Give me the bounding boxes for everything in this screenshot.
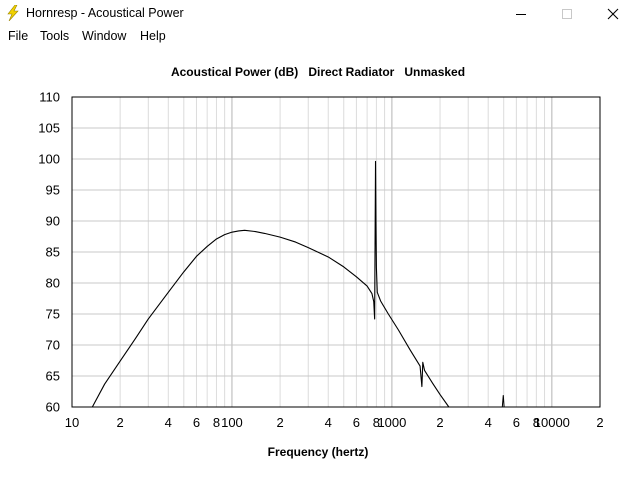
x-tick-label: 1000 (377, 415, 406, 430)
y-tick-label: 100 (38, 152, 60, 167)
x-tick-label: 6 (193, 415, 200, 430)
x-tick-label: 4 (485, 415, 492, 430)
y-tick-label: 110 (39, 90, 60, 105)
y-tick-label: 65 (46, 369, 60, 384)
minimize-button[interactable] (498, 0, 544, 27)
y-tick-label: 105 (38, 121, 60, 136)
maximize-icon (562, 8, 572, 19)
minimize-icon (516, 13, 526, 15)
menu-help[interactable]: Help (140, 29, 166, 43)
y-tick-label: 80 (46, 276, 60, 291)
x-tick-label: 4 (165, 415, 172, 430)
x-tick-label: 4 (325, 415, 332, 430)
x-tick-label: 6 (513, 415, 520, 430)
x-tick-label: 10 (65, 415, 79, 430)
acoustical-power-chart: 110105100959085807570656010 2 4 6 8 100 2 4 6 810… (38, 90, 603, 431)
y-tick-label: 85 (46, 245, 60, 260)
menu-tools[interactable]: Tools (40, 29, 69, 43)
x-tick-label: 2 (117, 415, 124, 430)
x-tick-label: 6 (353, 415, 360, 430)
close-button[interactable] (590, 0, 636, 27)
x-tick-label: 2 (276, 415, 283, 430)
y-tick-label: 70 (46, 338, 60, 353)
x-tick-label: 100 (221, 415, 243, 430)
y-tick-label: 60 (46, 400, 60, 415)
y-tick-label: 95 (46, 183, 60, 198)
x-tick-label: 10000 (534, 415, 570, 430)
acoustical-power-curve (91, 160, 450, 408)
window-title: Hornresp - Acoustical Power (26, 6, 184, 20)
title-bar: Hornresp - Acoustical Power (0, 0, 636, 27)
plot-panel: Acoustical Power (dB) Direct Radiator Un… (0, 46, 636, 478)
x-axis-label: Frequency (hertz) (267, 445, 369, 459)
x-tick-label: 2 (596, 415, 603, 430)
x-tick-label: 2 (436, 415, 443, 430)
y-tick-label: 90 (46, 214, 60, 229)
y-tick-label: 75 (46, 307, 60, 322)
maximize-button (544, 0, 590, 27)
menu-bar: File Tools Window Help (0, 27, 636, 46)
menu-file[interactable]: File (8, 29, 28, 43)
hornresp-app-icon (7, 5, 19, 21)
x-tick-label: 8 (213, 415, 220, 430)
close-icon (607, 8, 619, 19)
menu-window[interactable]: Window (82, 29, 126, 43)
